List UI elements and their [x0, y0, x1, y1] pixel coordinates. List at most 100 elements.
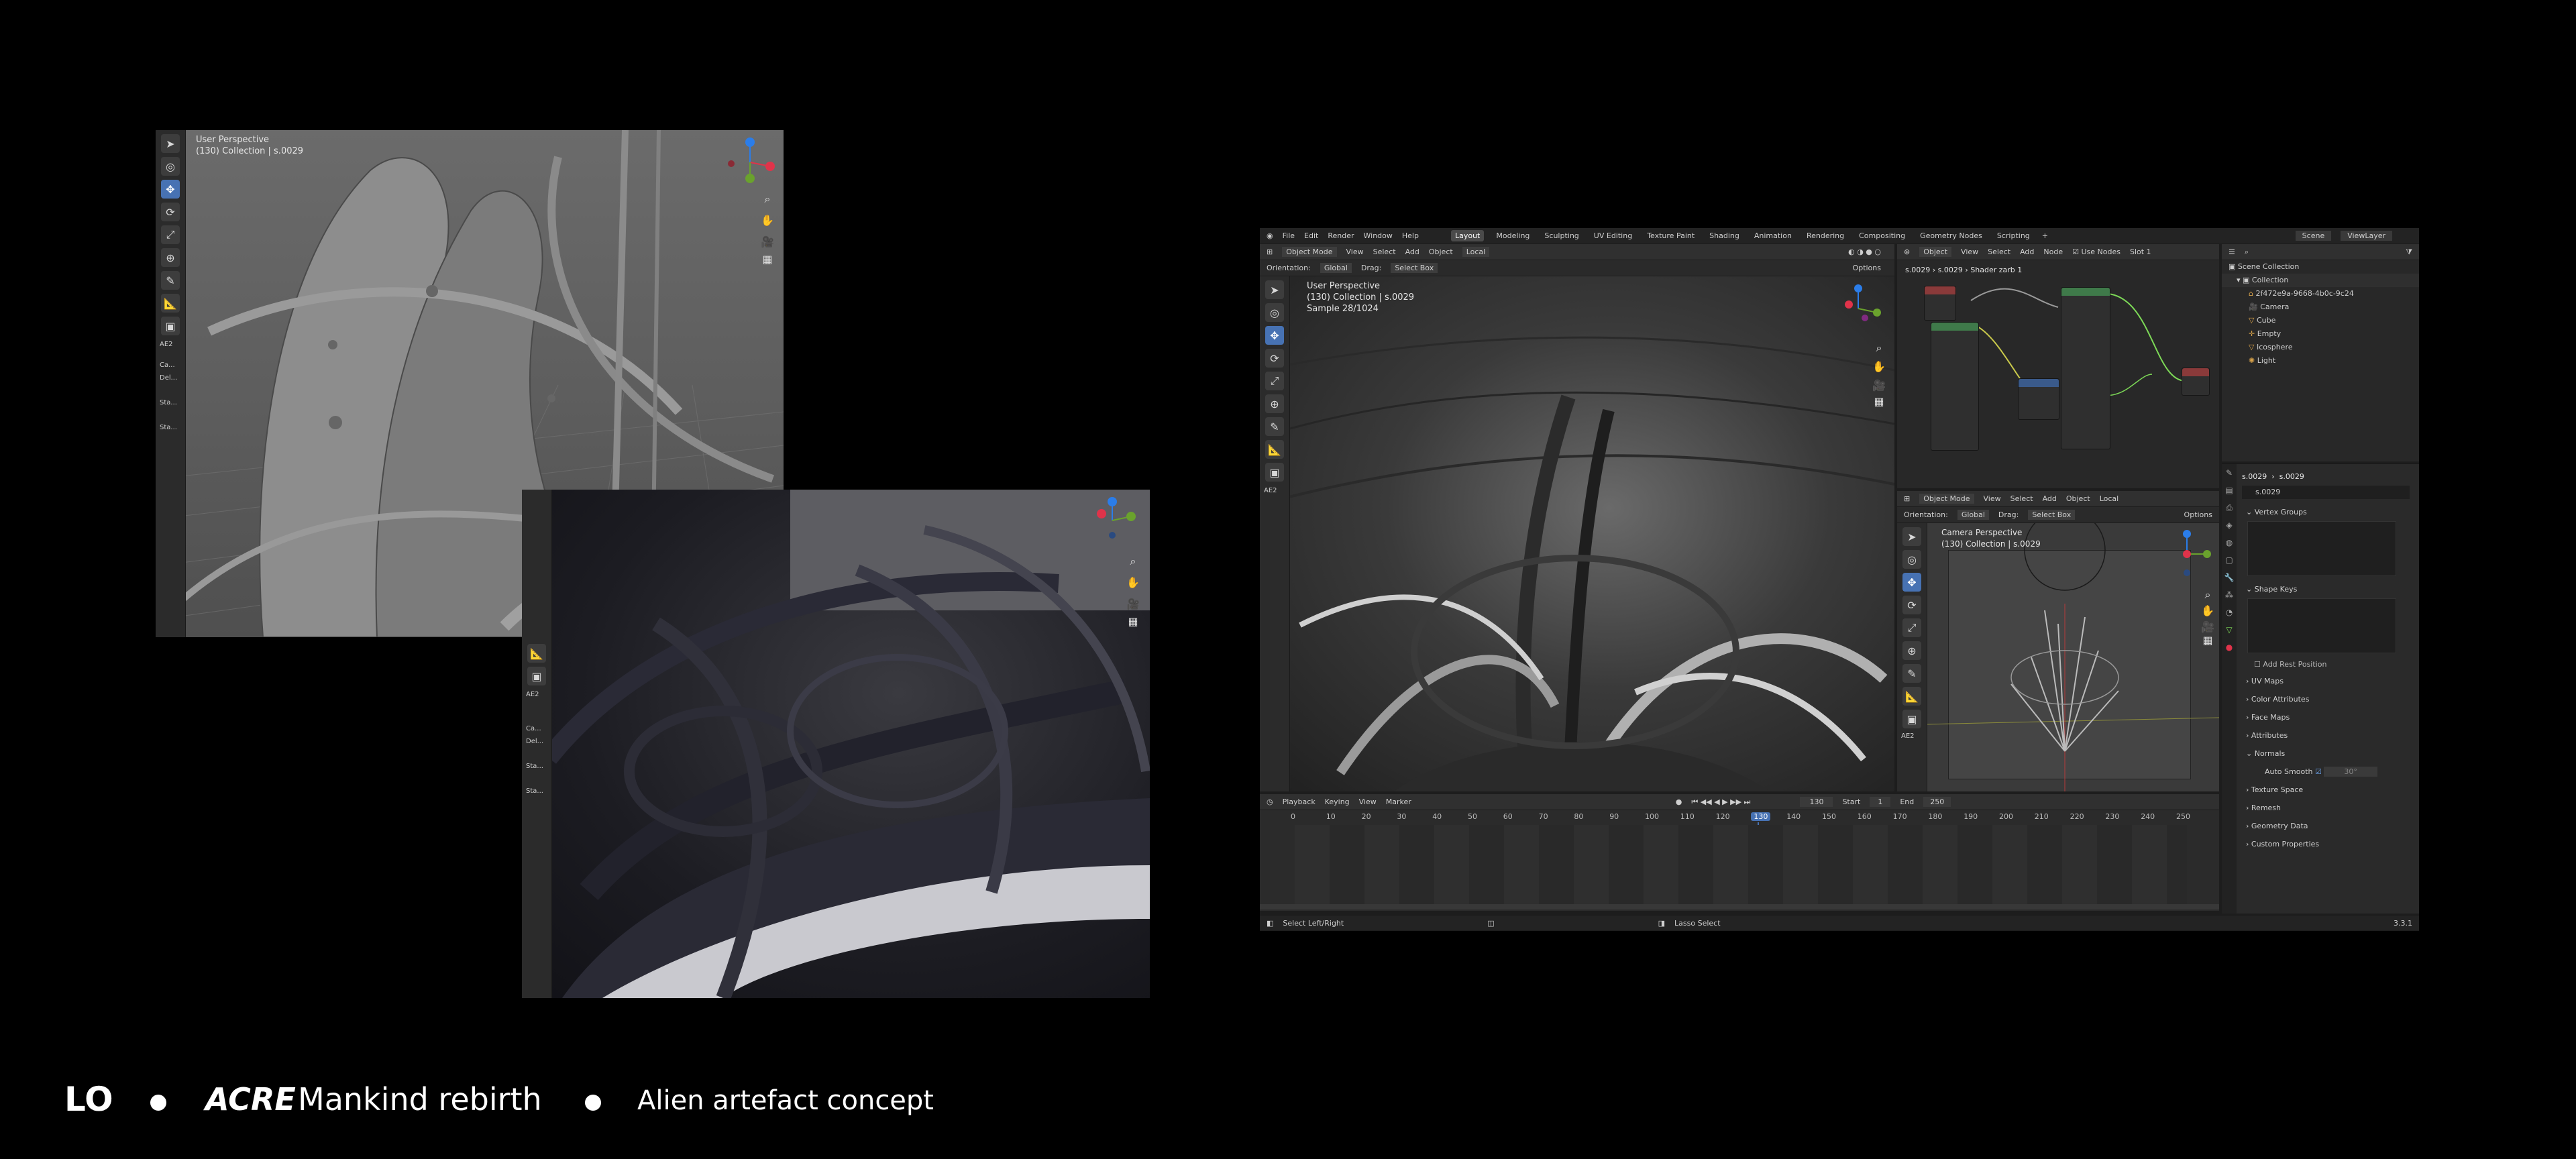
timeline-track-area[interactable] [1295, 825, 2187, 904]
view-layer-selector[interactable]: ViewLayer [2341, 231, 2392, 241]
menu-view[interactable]: View [1346, 247, 1364, 256]
transform-tool-icon[interactable]: ⊕ [161, 248, 180, 267]
current-frame-field[interactable]: 130 [1800, 797, 1833, 807]
editor-type-icon[interactable]: ⊞ [1267, 247, 1273, 256]
vertex-groups-list[interactable] [2247, 521, 2396, 576]
camera-viewport[interactable]: ➤ ◎ ✥ ⟳ ⤢ ⊕ ✎ 📐 ▣ AE2 Camera Perspective… [1897, 523, 2219, 791]
camera-view-icon[interactable]: 🎥 [1126, 597, 1140, 612]
section-normals[interactable]: ⌄ Normals [2238, 744, 2416, 763]
tab-layout[interactable]: Layout [1450, 230, 1485, 241]
add-cube-tool-icon[interactable]: ▣ [1265, 463, 1284, 482]
drag-selector[interactable]: Select Box [1391, 263, 1438, 273]
menu-window[interactable]: Window [1364, 231, 1393, 240]
outliner-search-icon[interactable]: ⌕ [2245, 247, 2249, 257]
axis-gizmo-b[interactable] [1084, 492, 1140, 549]
cam-options-dropdown[interactable]: Options [2184, 510, 2212, 519]
timeline[interactable]: 0 10 20 30 40 50 60 70 80 90 100 110 120 130 140 150 160… [1260, 810, 2219, 911]
render-tab-icon[interactable]: ▤ [2222, 482, 2237, 499]
tab-modeling[interactable]: Modeling [1493, 230, 1532, 241]
select-tool-icon[interactable]: ➤ [161, 134, 180, 153]
measure-tool-icon[interactable]: 📐 [1265, 440, 1284, 459]
annotate-tool-icon[interactable]: ✎ [1265, 417, 1284, 436]
cam-menu-view[interactable]: View [1984, 494, 2001, 503]
select-tool-icon[interactable]: ➤ [1265, 280, 1284, 299]
scale-tool-icon[interactable]: ⤢ [1265, 372, 1284, 390]
tab-rendering[interactable]: Rendering [1804, 230, 1847, 241]
section-geometry-data[interactable]: › Geometry Data [2238, 817, 2416, 835]
pivot-selector[interactable]: Local [1462, 247, 1490, 257]
outliner-item[interactable]: ✺ Light [2222, 354, 2419, 368]
cursor-tool-icon[interactable]: ◎ [161, 157, 180, 176]
cam-pivot-selector[interactable]: Local [2100, 494, 2119, 503]
data-name-field[interactable]: s.0029 [2242, 486, 2410, 499]
node-menu-node[interactable]: Node [2043, 247, 2063, 256]
tab-geometry-nodes[interactable]: Geometry Nodes [1917, 230, 1985, 241]
cam-menu-select[interactable]: Select [2010, 494, 2033, 503]
tab-uv-editing[interactable]: UV Editing [1591, 230, 1635, 241]
measure-tool-icon[interactable]: 📐 [1902, 687, 1921, 706]
cam-menu-object[interactable]: Object [2066, 494, 2090, 503]
outliner-item[interactable]: ▽ Cube [2222, 314, 2419, 327]
measure-tool-icon[interactable]: 📐 [161, 294, 180, 313]
slot-selector[interactable]: Slot 1 [2130, 247, 2151, 256]
outliner-collection[interactable]: ▾ ▣ Collection [2222, 274, 2419, 287]
start-frame-field[interactable]: 1 [1870, 797, 1891, 807]
tab-animation[interactable]: Animation [1752, 230, 1794, 241]
axis-gizmo-a[interactable] [722, 134, 778, 190]
timeline-menu-marker[interactable]: Marker [1386, 797, 1411, 806]
cam-drag-selector[interactable]: Select Box [2028, 510, 2076, 520]
node-menu-select[interactable]: Select [1988, 247, 2010, 256]
menu-select[interactable]: Select [1373, 247, 1396, 256]
transform-tool-icon[interactable]: ⊕ [1265, 394, 1284, 413]
node-principled-bsdf[interactable] [2061, 287, 2110, 449]
shading-modes-icon[interactable]: ◐ ◑ ● ○ [1848, 247, 1881, 256]
pan-hand-icon[interactable]: ✋ [1872, 360, 1886, 374]
move-tool-icon[interactable]: ✥ [1265, 326, 1284, 345]
move-tool-icon[interactable]: ✥ [1902, 573, 1921, 592]
select-tool-icon[interactable]: ➤ [1902, 527, 1921, 546]
pan-hand-icon[interactable]: ✋ [1126, 575, 1140, 590]
main-viewport[interactable]: User Perspective (130) Collection | s.00… [1260, 276, 1894, 791]
timeline-menu-playback[interactable]: Playback [1283, 797, 1316, 806]
outliner-filter-icon[interactable]: ⧩ [2406, 247, 2412, 257]
outliner[interactable]: ▣ Scene Collection ▾ ▣ Collection ⌂ 2f47… [2222, 260, 2419, 461]
rotate-tool-icon[interactable]: ⟳ [161, 203, 180, 221]
node-mix[interactable] [2018, 378, 2059, 420]
camera-view-icon[interactable]: 🎥 [1872, 378, 1886, 393]
outliner-type-icon[interactable]: ☰ [2229, 247, 2235, 256]
tab-shading[interactable]: Shading [1707, 230, 1742, 241]
annotate-tool-icon[interactable]: ✎ [1902, 664, 1921, 683]
cam-orientation-selector[interactable]: Global [1957, 510, 1989, 520]
menu-render[interactable]: Render [1328, 231, 1354, 240]
zoom-icon[interactable]: ⌕ [760, 192, 775, 207]
pan-hand-icon[interactable]: ✋ [2200, 604, 2215, 618]
node-editor[interactable]: s.0029 › s.0029 › Shader zarb 1 [1897, 260, 2219, 488]
menu-edit[interactable]: Edit [1304, 231, 1318, 240]
node-object-selector[interactable]: Object [1919, 247, 1952, 257]
orientation-selector[interactable]: Global [1320, 263, 1352, 273]
transform-tool-icon[interactable]: ⊕ [1902, 641, 1921, 660]
options-dropdown[interactable]: Options [1853, 264, 1881, 272]
move-tool-icon[interactable]: ✥ [161, 180, 180, 199]
tool-tab-icon[interactable]: ✎ [2222, 464, 2237, 482]
scene-selector[interactable]: Scene [2295, 231, 2332, 241]
measure-tool-icon[interactable]: 📐 [527, 644, 546, 663]
menu-file[interactable]: File [1283, 231, 1295, 240]
playback-controls-icon[interactable]: ⏮ ◀◀ ◀ ▶ ▶▶ ⏭ [1691, 797, 1750, 807]
section-custom-properties[interactable]: › Custom Properties [2238, 835, 2416, 853]
mode-selector[interactable]: Object Mode [1282, 247, 1337, 257]
timeline-type-icon[interactable]: ◷ [1267, 797, 1273, 806]
timeline-ruler[interactable]: 0 10 20 30 40 50 60 70 80 90 100 110 120 130 140 150 160… [1260, 810, 2219, 908]
rotate-tool-icon[interactable]: ⟳ [1902, 596, 1921, 614]
tab-sculpting[interactable]: Sculpting [1542, 230, 1581, 241]
add-cube-tool-icon[interactable]: ▣ [527, 667, 546, 685]
section-uv-maps[interactable]: › UV Maps [2238, 672, 2416, 690]
grid-view-icon[interactable]: ▦ [1872, 394, 1886, 409]
section-attributes[interactable]: › Attributes [2238, 726, 2416, 744]
material-tab-icon[interactable]: ● [2222, 639, 2237, 656]
timeline-menu-view[interactable]: View [1359, 797, 1377, 806]
main-axis-gizmo[interactable] [1830, 280, 1886, 337]
record-icon[interactable]: ● [1676, 797, 1682, 806]
cursor-tool-icon[interactable]: ◎ [1265, 303, 1284, 322]
add-cube-tool-icon[interactable]: ▣ [161, 317, 180, 335]
